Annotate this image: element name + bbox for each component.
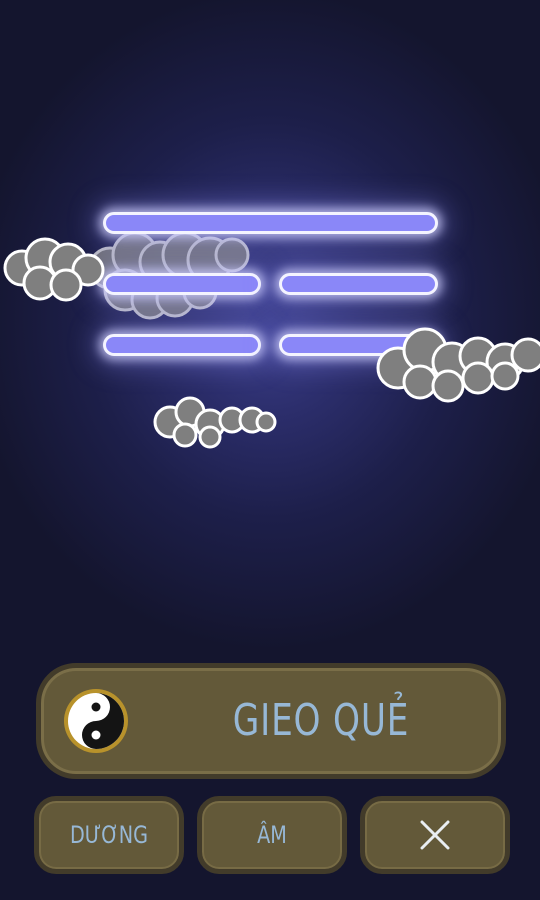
yang-button-label: DƯƠNG <box>69 821 149 849</box>
close-button[interactable] <box>360 796 510 874</box>
yin-yang-icon <box>63 688 129 754</box>
yang-button[interactable]: DƯƠNG <box>34 796 184 874</box>
yin-line-bottom-left <box>103 334 261 356</box>
yin-button-label: ÂM <box>257 821 287 849</box>
yin-line-middle-left <box>103 273 261 295</box>
yin-button[interactable]: ÂM <box>197 796 347 874</box>
cast-hexagram-button[interactable]: GIEO QUẺ <box>36 663 506 779</box>
yang-line-top <box>103 212 438 234</box>
yin-line-bottom-right <box>279 334 438 356</box>
cast-hexagram-label: GIEO QUẺ <box>232 695 410 746</box>
yin-line-middle-right <box>279 273 438 295</box>
app-screen: GIEO QUẺ DƯƠNG ÂM <box>0 0 540 900</box>
close-icon <box>420 820 450 850</box>
